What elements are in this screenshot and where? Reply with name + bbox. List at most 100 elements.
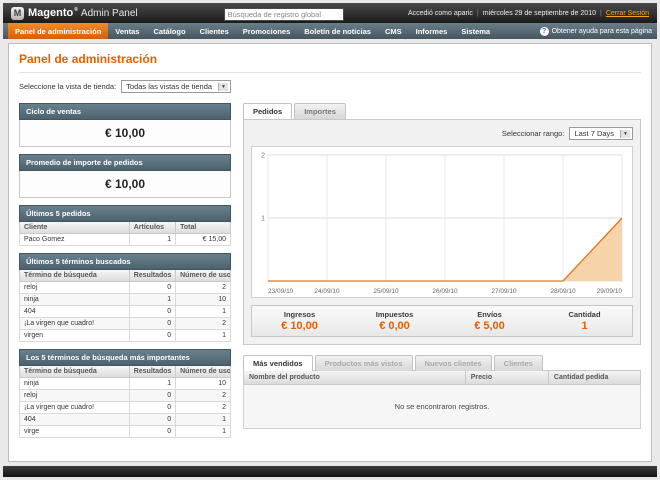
tab-nuevos-clientes[interactable]: Nuevos clientes <box>414 355 492 371</box>
column-header: Número de usos <box>175 366 231 378</box>
brand-text: Magento Admin Panel <box>28 7 138 19</box>
main-nav: Panel de administración Ventas Catálogo … <box>3 23 657 39</box>
global-search-input[interactable] <box>223 8 344 21</box>
table-cell: virge <box>19 425 130 438</box>
help-icon <box>539 26 549 36</box>
column-header: Artículos <box>128 222 177 234</box>
footer-bar <box>3 466 657 477</box>
orders-area-chart: 1 2 23/09/10 24/09/10 25/09/10 26/09/10 27/09/… <box>251 146 633 298</box>
lifetime-sales-block: Ciclo de ventas € 10,00 <box>19 103 231 147</box>
column-header: Total <box>175 222 231 234</box>
svg-text:26/09/10: 26/09/10 <box>432 288 458 295</box>
svg-text:27/09/10: 27/09/10 <box>491 288 517 295</box>
stat-impuestos: Impuestos € 0,00 <box>347 310 442 332</box>
table-header-row: Término de búsqueda Resultados Número de… <box>19 270 231 282</box>
chart-panel: Seleccionar rango: Last 7 Days 1 2 23/09/1… <box>243 119 641 345</box>
table-row[interactable]: reloj 0 2 <box>19 389 231 402</box>
nav-item-clientes[interactable]: Clientes <box>193 23 236 39</box>
table-cell: 10 <box>175 377 231 390</box>
table-cell: 404 <box>19 305 130 318</box>
table-row[interactable]: ¡La virgen que cuadro! 0 2 <box>19 317 231 330</box>
stat-label: Cantidad <box>568 310 601 319</box>
nav-item-boletin[interactable]: Boletín de noticias <box>297 23 378 39</box>
global-search <box>223 4 344 22</box>
grid-tabs: Más vendidos Productos más vistos Nuevos… <box>243 355 641 371</box>
dashboard-main: Pedidos Importes Seleccionar rango: Last… <box>243 103 641 429</box>
table-cell: 0 <box>128 425 177 438</box>
tab-importes[interactable]: Importes <box>294 103 346 119</box>
table-row[interactable]: ¡La virgen que cuadro! 0 2 <box>19 401 231 414</box>
products-table-empty: No se encontraron registros. <box>243 385 641 429</box>
logout-link[interactable]: Cerrar Sesión <box>606 10 649 17</box>
brand-suffix: Admin Panel <box>80 8 138 19</box>
table-cell: 2 <box>175 389 231 402</box>
tab-clientes[interactable]: Clientes <box>493 355 543 371</box>
table-cell: 0 <box>128 281 177 294</box>
nav-item-catalogo[interactable]: Catálogo <box>146 23 192 39</box>
block-title: Los 5 términos de búsqueda más important… <box>19 349 231 366</box>
table-row[interactable]: Paco Gomez 1 € 15,00 <box>19 233 231 246</box>
table-row[interactable]: virgen 0 1 <box>19 329 231 342</box>
table-cell: ninja <box>19 293 130 306</box>
help-link[interactable]: Obtener ayuda para esta página <box>539 23 652 39</box>
chart-tabs: Pedidos Importes <box>243 103 641 119</box>
stat-value: € 10,00 <box>281 320 318 332</box>
average-orders-block: Promedio de importe de pedidos € 10,00 <box>19 154 231 198</box>
bottom-grids: Más vendidos Productos más vistos Nuevos… <box>243 355 641 429</box>
table-row[interactable]: reloj 0 2 <box>19 281 231 294</box>
nav-item-cms[interactable]: CMS <box>378 23 409 39</box>
column-header: Término de búsqueda <box>19 270 130 282</box>
block-title: Últimos 5 términos buscados <box>19 253 231 270</box>
dashboard-sidebar: Ciclo de ventas € 10,00 Promedio de impo… <box>19 103 231 438</box>
magento-logo: Magento Admin Panel <box>11 6 138 20</box>
block-title: Ciclo de ventas <box>19 103 231 120</box>
table-cell: ninja <box>19 377 130 390</box>
tab-pedidos[interactable]: Pedidos <box>243 103 293 119</box>
table-cell: 2 <box>175 281 231 294</box>
top-header-bar: Magento Admin Panel Accedió como aparic … <box>3 3 657 23</box>
column-header: Resultados <box>128 270 177 282</box>
table-cell: 0 <box>128 389 177 402</box>
tab-mas-vendidos[interactable]: Más vendidos <box>243 355 313 371</box>
chevron-down-icon <box>218 82 228 91</box>
column-header: Resultados <box>128 366 177 378</box>
nav-item-promociones[interactable]: Promociones <box>236 23 298 39</box>
products-table-header: Nombre del producto Precio Cantidad pedi… <box>243 370 641 385</box>
divider: | <box>599 9 602 17</box>
table-row[interactable]: virge 0 1 <box>19 425 231 438</box>
brand-name: Magento <box>28 7 78 19</box>
nav-item-ventas[interactable]: Ventas <box>108 23 146 39</box>
user-area: Accedió como aparic | miércoles 29 de se… <box>408 10 649 17</box>
magento-logo-icon <box>11 6 24 20</box>
table-row[interactable]: ninja 1 10 <box>19 293 231 306</box>
range-select[interactable]: Last 7 Days <box>569 127 633 140</box>
empty-message: No se encontraron registros. <box>394 402 490 411</box>
tab-productos-mas-vistos[interactable]: Productos más vistos <box>314 355 413 371</box>
column-header: Término de búsqueda <box>19 366 130 378</box>
store-view-select[interactable]: Todas las vistas de tienda <box>121 80 231 93</box>
table-cell: 2 <box>175 401 231 414</box>
table-cell: 0 <box>128 317 177 330</box>
lifetime-sales-value: € 10,00 <box>19 120 231 147</box>
svg-text:24/09/10: 24/09/10 <box>314 288 340 295</box>
table-cell: 404 <box>19 413 130 426</box>
page-title: Panel de administración <box>19 52 641 73</box>
store-view-label: Seleccione la vista de tienda: <box>19 82 117 91</box>
table-cell: 1 <box>175 425 231 438</box>
stat-envios: Envíos € 5,00 <box>442 310 537 332</box>
nav-item-panel-administracion[interactable]: Panel de administración <box>8 23 109 39</box>
nav-item-sistema[interactable]: Sistema <box>454 23 497 39</box>
stat-label: Envíos <box>477 310 502 319</box>
table-cell: 1 <box>175 305 231 318</box>
table-row[interactable]: ninja 1 10 <box>19 377 231 390</box>
stat-label: Ingresos <box>283 310 316 319</box>
table-cell: reloj <box>19 281 130 294</box>
stat-label: Impuestos <box>375 310 414 319</box>
current-date: miércoles 29 de septiembre de 2010 <box>482 9 596 17</box>
svg-text:25/09/10: 25/09/10 <box>373 288 399 295</box>
nav-item-informes[interactable]: Informes <box>409 23 455 39</box>
table-row[interactable]: 404 0 1 <box>19 305 231 318</box>
column-header: Cliente <box>19 222 130 234</box>
column-header: Nombre del producto <box>244 371 466 384</box>
table-row[interactable]: 404 0 1 <box>19 413 231 426</box>
